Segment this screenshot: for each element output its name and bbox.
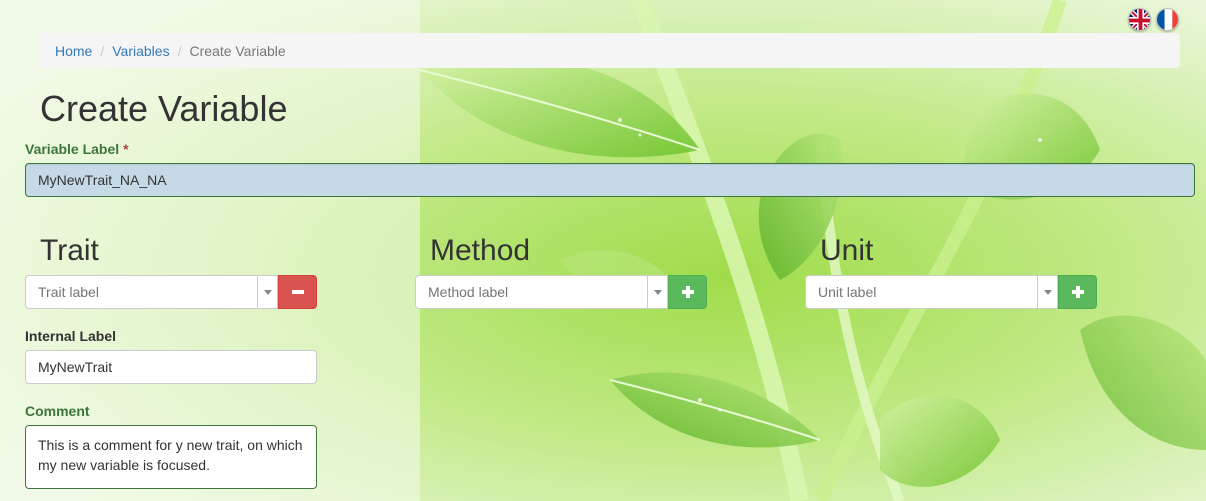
trait-dropdown-toggle[interactable] <box>258 275 278 309</box>
unit-select <box>805 275 1097 309</box>
breadcrumb-variables-link[interactable]: Variables <box>112 43 169 59</box>
method-heading: Method <box>430 234 531 267</box>
comment-textarea[interactable]: This is a comment for y new trait, on wh… <box>25 425 317 489</box>
trait-label-input[interactable] <box>25 275 258 309</box>
france-flag-icon[interactable] <box>1156 8 1179 31</box>
comment-label: Comment <box>25 403 90 419</box>
variable-label-input[interactable] <box>25 163 1195 197</box>
language-switcher <box>1128 8 1179 31</box>
method-label-input[interactable] <box>415 275 648 309</box>
internal-label-input[interactable] <box>25 350 317 384</box>
remove-trait-button[interactable] <box>278 275 317 309</box>
add-unit-button[interactable] <box>1058 275 1097 309</box>
required-mark: * <box>123 141 129 157</box>
caret-down-icon <box>263 289 272 295</box>
unit-heading: Unit <box>820 234 874 267</box>
method-select <box>415 275 707 309</box>
internal-label-label: Internal Label <box>25 328 117 344</box>
breadcrumb-separator: / <box>100 42 105 59</box>
page-title: Create Variable <box>40 88 288 129</box>
add-method-button[interactable] <box>668 275 707 309</box>
uk-flag-icon[interactable] <box>1128 8 1151 31</box>
trait-select <box>25 275 317 309</box>
breadcrumb: Home / Variables / Create Variable <box>40 33 1180 68</box>
minus-icon <box>291 290 304 294</box>
variable-label-label-text: Variable Label <box>25 141 120 157</box>
caret-down-icon <box>653 289 662 295</box>
trait-heading: Trait <box>40 234 99 267</box>
breadcrumb-current: Create Variable <box>189 42 286 59</box>
unit-label-input[interactable] <box>805 275 1038 309</box>
breadcrumb-separator: / <box>177 42 182 59</box>
caret-down-icon <box>1043 289 1052 295</box>
variable-label-label: Variable Label * <box>25 141 129 157</box>
plus-icon <box>1071 286 1084 298</box>
plus-icon <box>681 286 694 298</box>
unit-dropdown-toggle[interactable] <box>1038 275 1058 309</box>
breadcrumb-home-link[interactable]: Home <box>55 43 92 59</box>
method-dropdown-toggle[interactable] <box>648 275 668 309</box>
